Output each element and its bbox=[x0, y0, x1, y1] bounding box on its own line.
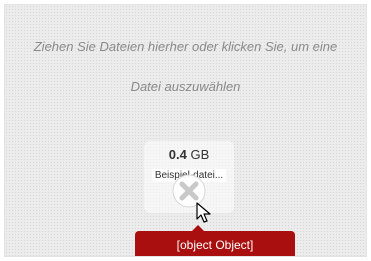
dropzone-message-line1: Ziehen Sie Dateien hierher oder klicken … bbox=[33, 39, 338, 54]
file-size-value: 0.4 bbox=[168, 147, 187, 162]
dropzone-message-line2: Datei auszuwählen bbox=[130, 79, 241, 94]
file-size-unit: GB bbox=[190, 147, 210, 162]
mouse-pointer-icon bbox=[196, 202, 211, 223]
file-preview[interactable]: 0.4 GB Beispiel-datei... bbox=[144, 141, 234, 213]
error-message: [object Object] bbox=[135, 225, 295, 256]
file-size: 0.4 GB bbox=[144, 147, 234, 162]
file-dropzone[interactable]: Ziehen Sie Dateien hierher oder klicken … bbox=[4, 4, 367, 257]
